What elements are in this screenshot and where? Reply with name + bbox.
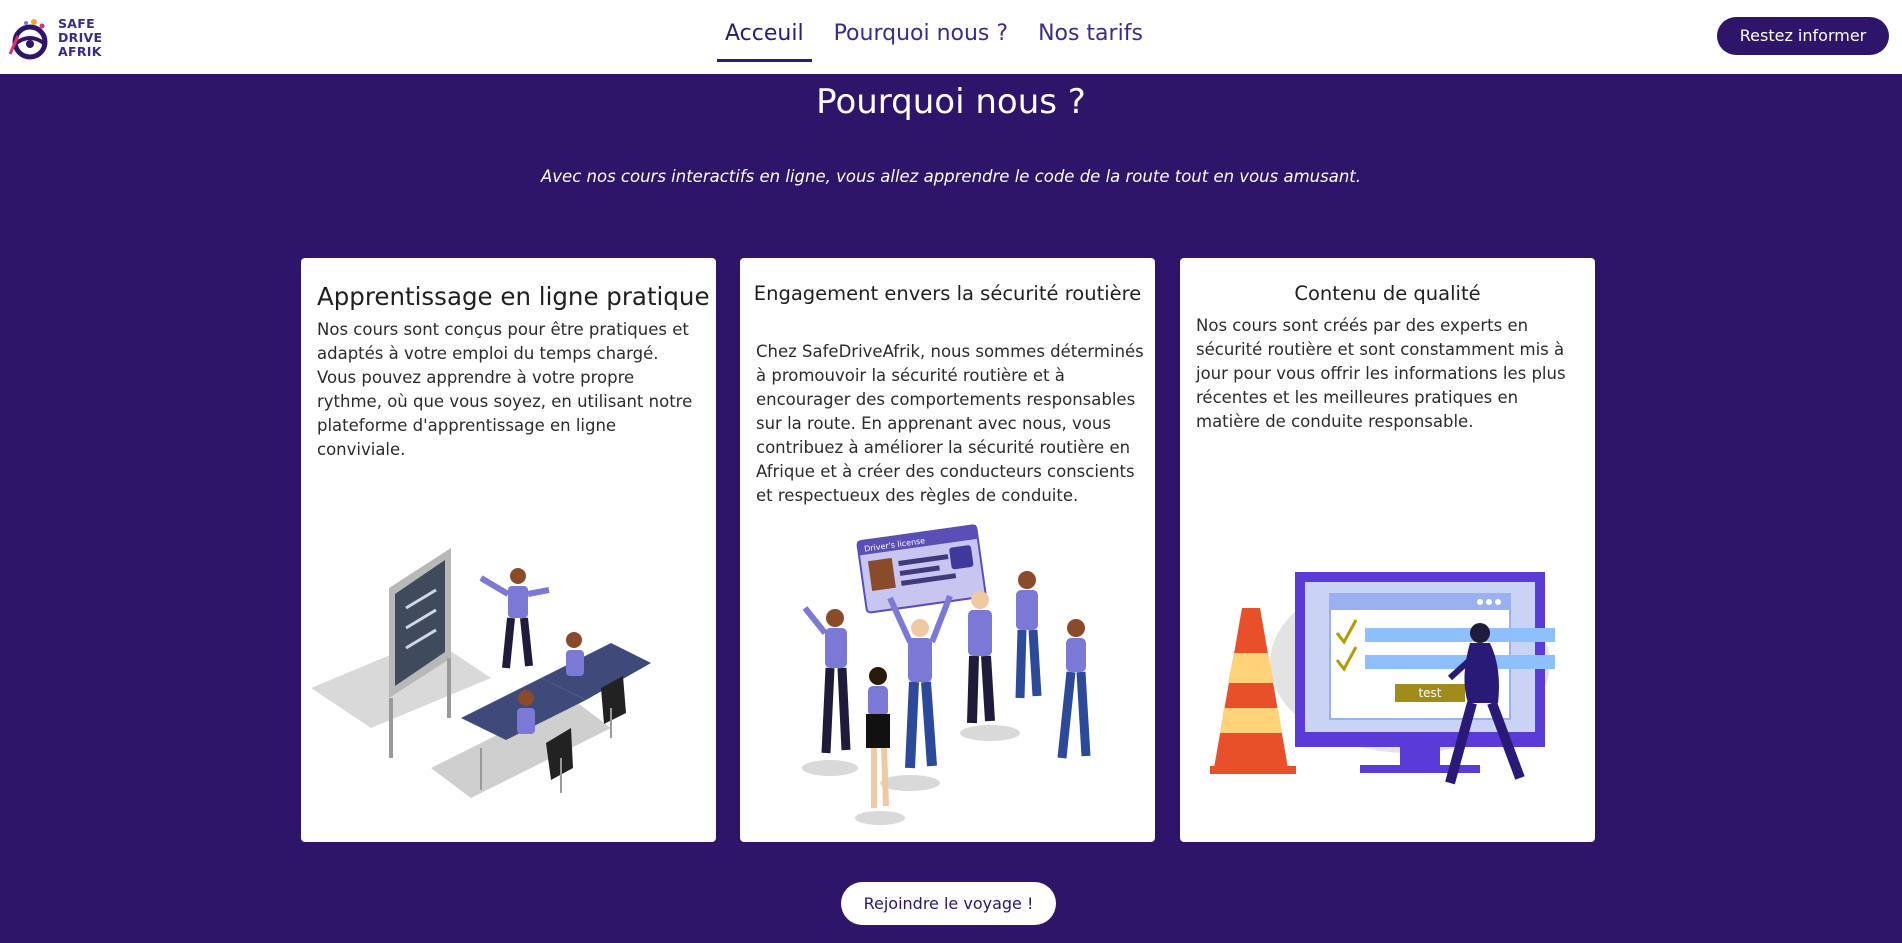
- card-text: Nos cours sont créés par des experts en …: [1196, 316, 1566, 431]
- nav-item-nos-tarifs[interactable]: Nos tarifs: [1030, 18, 1151, 62]
- feature-card-online-learning: Apprentissage en ligne pratique Nos cour…: [301, 258, 716, 842]
- stay-informed-button[interactable]: Restez informer: [1717, 17, 1889, 55]
- nav-item-acceuil[interactable]: Acceuil: [717, 18, 812, 62]
- nav-item-pourquoi-nous[interactable]: Pourquoi nous ?: [826, 18, 1017, 62]
- section-title: Pourquoi nous ?: [816, 82, 1086, 122]
- test-label: test: [1418, 686, 1441, 700]
- card-title: Engagement envers la sécurité routière: [753, 282, 1142, 305]
- drivers-license-team-illustration: Driver's license: [802, 524, 1091, 825]
- card-text: Nos cours sont conçus pour être pratique…: [317, 320, 693, 459]
- logo-wordmark: SAFE DRIVE AFRIK: [58, 17, 102, 59]
- section-subtitle: Avec nos cours interactifs en ligne, vou…: [541, 167, 1361, 186]
- logo-line-safe: SAFE: [58, 16, 95, 31]
- classroom-illustration: [311, 548, 651, 798]
- card-text: Chez SafeDriveAfrik, nous sommes détermi…: [756, 342, 1144, 505]
- logo-line-drive: DRIVE: [58, 30, 103, 45]
- card-title: Contenu de qualité: [1294, 282, 1481, 305]
- brand-logo[interactable]: SAFE DRIVE AFRIK: [6, 14, 110, 64]
- steering-wheel-icon: [8, 19, 48, 60]
- logo-line-afrik: AFRIK: [58, 44, 102, 59]
- online-test-illustration: test: [1210, 572, 1555, 785]
- feature-card-quality-content: Contenu de qualité Nos cours sont créés …: [1180, 258, 1595, 842]
- main-nav: Acceuil Pourquoi nous ? Nos tarifs: [717, 18, 1151, 62]
- feature-card-road-safety: Engagement envers la sécurité routière C…: [740, 258, 1155, 842]
- card-title: Apprentissage en ligne pratique: [317, 282, 710, 311]
- join-journey-button[interactable]: Rejoindre le voyage !: [841, 882, 1056, 925]
- top-header: SAFE DRIVE AFRIK Acceuil Pourquoi nous ?…: [0, 0, 1902, 74]
